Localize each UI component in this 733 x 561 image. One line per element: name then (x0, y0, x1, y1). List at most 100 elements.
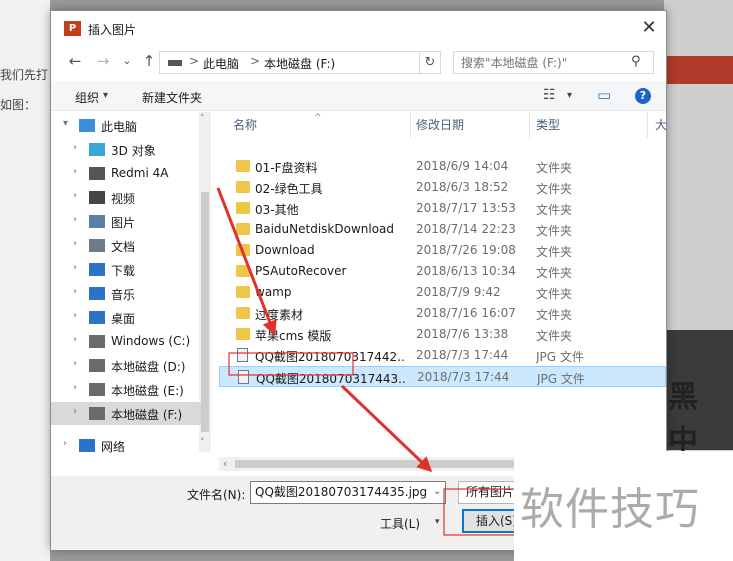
nav-item-label: 本地磁盘 (E:) (111, 384, 184, 398)
tools-dropdown-icon[interactable]: ▾ (435, 517, 440, 527)
expand-arrow-icon[interactable]: › (73, 334, 77, 345)
column-divider[interactable] (647, 112, 648, 138)
forward-button[interactable]: → (93, 51, 113, 71)
refresh-button[interactable]: ↻ (419, 51, 441, 74)
file-list-pane[interactable]: ^ 名称 修改日期 类型 大 01-F盘资料 2018/6/9 14:04 文件夹 0… (219, 112, 667, 457)
address-bar[interactable]: > 此电脑 > 本地磁盘 (F:) ⌄ (159, 51, 512, 74)
back-button[interactable]: ← (65, 51, 85, 71)
tools-button[interactable]: 工具(L) (380, 515, 420, 532)
organize-button[interactable]: 组织 (75, 89, 99, 106)
file-name-dropdown-icon[interactable]: ⌄ (433, 486, 441, 497)
help-icon[interactable]: ? (635, 88, 651, 104)
search-input[interactable] (453, 51, 654, 74)
path-segment-drive-f[interactable]: 本地磁盘 (F:) (264, 55, 335, 72)
view-dropdown-icon[interactable]: ▾ (567, 90, 572, 101)
close-button[interactable]: ✕ (637, 17, 661, 39)
nav-item[interactable]: › 本地磁盘 (E:) (51, 378, 201, 401)
watermark-panel: 软件技巧 (514, 451, 733, 561)
organize-dropdown-icon[interactable]: ▾ (103, 90, 108, 101)
nav-item[interactable]: › 网络 (51, 434, 201, 457)
nav-item[interactable]: › 下载 (51, 258, 201, 281)
file-date: 2018/7/3 17:44 (416, 348, 509, 362)
file-name-input[interactable]: QQ截图20180703174435.jpg (250, 481, 446, 504)
file-row[interactable]: 苹果cms 模版 2018/7/6 13:38 文件夹 (219, 324, 666, 345)
expand-arrow-icon[interactable]: › (73, 310, 77, 321)
file-row[interactable]: 02-绿色工具 2018/6/3 18:52 文件夹 (219, 177, 666, 198)
phone-icon (89, 167, 105, 180)
expand-arrow-icon[interactable]: › (73, 190, 77, 201)
powerpoint-icon: P (64, 21, 81, 36)
expand-arrow-icon[interactable]: › (73, 286, 77, 297)
column-header-name[interactable]: 名称 (233, 112, 257, 138)
file-row[interactable]: wamp 2018/7/9 9:42 文件夹 (219, 282, 666, 303)
file-name: Download (255, 243, 315, 257)
expand-arrow-icon[interactable]: › (73, 142, 77, 153)
expand-arrow-icon[interactable]: › (73, 214, 77, 225)
expand-arrow-icon[interactable]: ▾ (63, 118, 68, 129)
file-row[interactable]: 03-其他 2018/7/17 13:53 文件夹 (219, 198, 666, 219)
scroll-left-arrow[interactable]: ‹ (223, 457, 227, 470)
background-page-left: 我们先打 如图： (0, 0, 50, 561)
file-row[interactable]: QQ截图2018070317442... 2018/7/3 17:44 JPG 文件 (219, 345, 666, 366)
path-separator[interactable]: > (189, 54, 199, 68)
nav-item[interactable]: ▾ 此电脑 (51, 114, 201, 137)
file-row[interactable]: Download 2018/7/26 19:08 文件夹 (219, 240, 666, 261)
navigation-pane-scroll-thumb[interactable] (201, 192, 209, 432)
file-date: 2018/6/3 18:52 (416, 180, 509, 194)
path-segment-this-pc[interactable]: 此电脑 (203, 55, 239, 72)
expand-arrow-icon[interactable]: › (73, 262, 77, 273)
column-header-date[interactable]: 修改日期 (416, 112, 464, 138)
folder-icon (236, 286, 250, 298)
file-row[interactable]: PSAutoRecover 2018/6/13 10:34 文件夹 (219, 261, 666, 282)
insert-button[interactable]: 插入(S) (462, 509, 518, 533)
folder-icon (236, 328, 250, 340)
new-folder-button[interactable]: 新建文件夹 (142, 89, 202, 106)
nav-item-label: 此电脑 (101, 120, 138, 134)
drive-icon (168, 60, 182, 66)
file-date: 2018/7/6 13:38 (416, 327, 509, 341)
expand-arrow-icon[interactable]: › (73, 406, 77, 417)
documents-icon (89, 239, 105, 252)
column-divider[interactable] (410, 112, 411, 138)
title-bar[interactable]: P 插入图片 ✕ (51, 11, 666, 45)
navigation-pane[interactable]: ˄ ˅ ▾ 此电脑 › 3D 对象 › Redmi 4A › 视频 › 图片 › 文档 › 下载 › 音乐 › 桌… (51, 112, 211, 454)
file-row[interactable]: BaiduNetdiskDownload 2018/7/14 22:23 文件夹 (219, 219, 666, 240)
windows-drive-icon (89, 335, 105, 348)
nav-item[interactable]: › 3D 对象 (51, 138, 201, 161)
file-row[interactable]: QQ截图2018070317443... 2018/7/3 17:44 JPG 文件 (219, 366, 666, 387)
nav-item[interactable]: › 本地磁盘 (F:) (51, 402, 201, 425)
nav-item[interactable]: › 本地磁盘 (D:) (51, 354, 201, 377)
expand-arrow-icon[interactable]: › (73, 166, 77, 177)
file-row[interactable]: 01-F盘资料 2018/6/9 14:04 文件夹 (219, 156, 666, 177)
expand-arrow-icon[interactable]: › (73, 358, 77, 369)
file-row[interactable]: 过度素材 2018/7/16 16:07 文件夹 (219, 303, 666, 324)
expand-arrow-icon[interactable]: › (63, 438, 67, 449)
nav-item[interactable]: › 文档 (51, 234, 201, 257)
expand-arrow-icon[interactable]: › (73, 238, 77, 249)
path-separator[interactable]: > (250, 54, 260, 68)
nav-item[interactable]: › 音乐 (51, 282, 201, 305)
view-options-icon[interactable]: ☷ (543, 87, 556, 103)
column-header-size[interactable]: 大 (655, 112, 667, 138)
preview-pane-icon[interactable]: ▭ (597, 86, 611, 104)
up-button[interactable]: ↑ (139, 51, 159, 71)
dialog-title: 插入图片 (88, 23, 137, 37)
folder-icon (236, 202, 250, 214)
nav-item[interactable]: › Redmi 4A (51, 162, 201, 185)
nav-item[interactable]: › 桌面 (51, 306, 201, 329)
drive-icon (89, 359, 105, 372)
expand-arrow-icon[interactable]: › (73, 382, 77, 393)
column-divider[interactable] (529, 112, 530, 138)
nav-item-label: 图片 (111, 216, 136, 230)
horizontal-scroll-thumb[interactable] (235, 460, 541, 468)
nav-item[interactable]: › 图片 (51, 210, 201, 233)
column-header-type[interactable]: 类型 (536, 112, 560, 138)
recent-locations-dropdown[interactable]: ⌄ (117, 51, 137, 71)
search-icon[interactable]: ⚲ (631, 55, 645, 69)
file-type: 文件夹 (536, 329, 573, 343)
file-type-select[interactable]: 所有图片 (458, 481, 518, 504)
nav-item[interactable]: › 视频 (51, 186, 201, 209)
pictures-icon (89, 215, 105, 228)
file-date: 2018/6/9 14:04 (416, 159, 509, 173)
nav-item[interactable]: › Windows (C:) (51, 330, 201, 353)
